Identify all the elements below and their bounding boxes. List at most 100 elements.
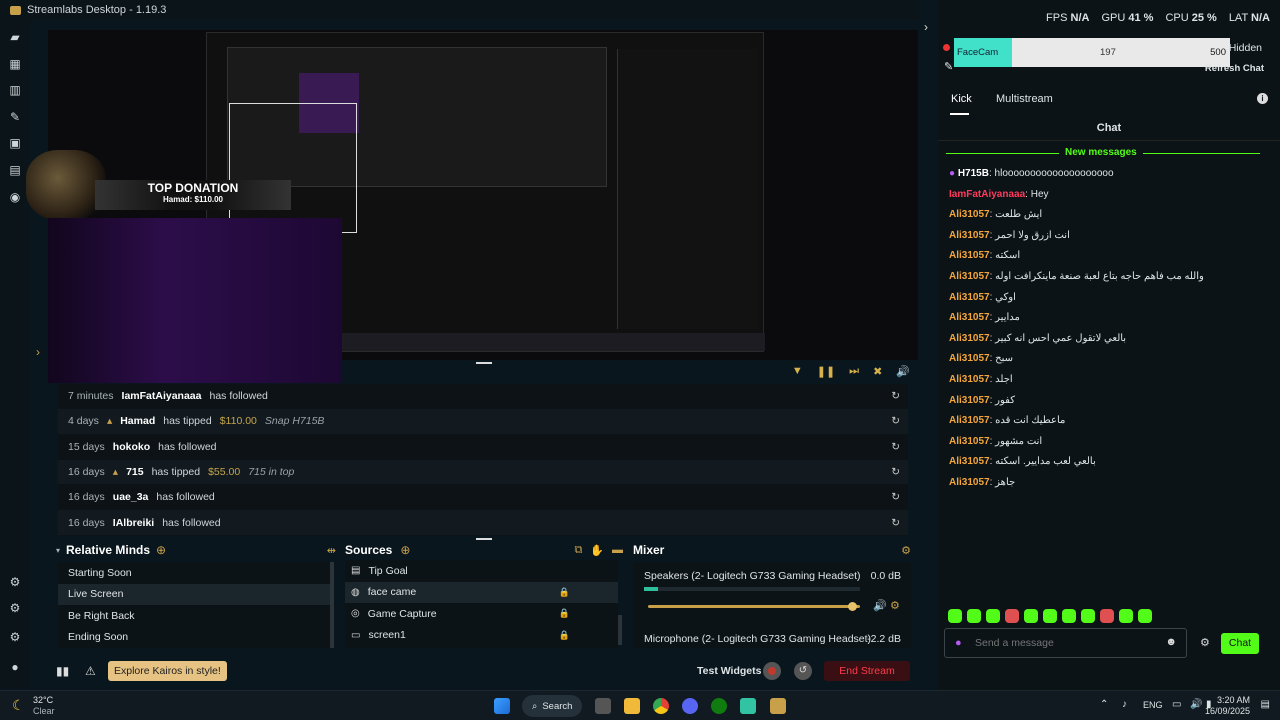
repeat-alert-icon[interactable]: ↻ — [891, 441, 900, 453]
chat-username[interactable]: Ali31057 — [949, 456, 990, 467]
xbox-icon[interactable] — [711, 698, 727, 714]
studio-mode-icon[interactable]: ⚙ — [8, 575, 22, 589]
chat-username[interactable]: Ali31057 — [949, 312, 990, 323]
editor-icon[interactable]: ▰ — [8, 30, 22, 44]
scene-item[interactable]: Ending Soon — [58, 627, 330, 649]
layout-icon[interactable]: ▥ — [8, 83, 22, 97]
tab-kick[interactable]: Kick — [951, 93, 972, 105]
event-row[interactable]: 16 days ▴ 715 has tipped $55.00 715 in t… — [58, 459, 908, 486]
skip-icon[interactable]: ⏭ — [849, 365, 859, 378]
emote-icon[interactable] — [1119, 609, 1133, 623]
folder-icon[interactable]: ▬ — [612, 544, 623, 557]
windows-start-icon[interactable] — [494, 698, 510, 714]
emote-icon[interactable] — [986, 609, 1000, 623]
emote-icon[interactable] — [1062, 609, 1076, 623]
notification-icon[interactable]: ⚠ — [85, 664, 96, 678]
emote-icon[interactable] — [1100, 609, 1114, 623]
chat-username[interactable]: Ali31057 — [949, 333, 990, 344]
emote-icon[interactable] — [1024, 609, 1038, 623]
settings-icon[interactable]: ⚙ — [8, 630, 22, 644]
repeat-alert-icon[interactable]: ↻ — [891, 390, 900, 402]
chat-username[interactable]: Ali31057 — [949, 374, 990, 385]
group-icon[interactable]: ⧉ — [574, 544, 582, 557]
chat-send-button[interactable]: Chat — [1221, 633, 1259, 654]
chat-username[interactable]: Ali31057 — [949, 271, 990, 282]
clock-date[interactable]: 16/09/2025 — [1205, 706, 1250, 716]
filter-icon[interactable]: ▼ — [792, 365, 803, 378]
mute-icon[interactable]: 🔊 — [873, 599, 887, 612]
edit-icon[interactable]: ✎ — [944, 60, 953, 73]
chat-username[interactable]: Ali31057 — [949, 436, 990, 447]
dashboard-icon[interactable]: ▦ — [8, 57, 22, 71]
record-button[interactable] — [763, 662, 781, 680]
chat-username[interactable]: Ali31057 — [949, 292, 990, 303]
emote-icon[interactable] — [1138, 609, 1152, 623]
volume-slider-handle[interactable] — [847, 602, 857, 611]
themes-icon[interactable]: ✎ — [8, 110, 22, 124]
promo-button[interactable]: Explore Kairos in style! — [108, 661, 227, 681]
edit-sources-icon[interactable]: ✋ — [590, 544, 604, 557]
emote-icon[interactable] — [1081, 609, 1095, 623]
repeat-alert-icon[interactable]: ↻ — [891, 415, 900, 427]
notification-center-icon[interactable]: ▤ — [1261, 699, 1270, 710]
chat-input-box[interactable]: ● ☻ — [944, 628, 1187, 658]
microphone-tray-icon[interactable]: ♪ — [1122, 699, 1127, 710]
collapse-icon[interactable]: ▾ — [56, 546, 60, 555]
event-row[interactable]: 7 minutes IamFatAiyanaaa has followed ↻ — [58, 384, 908, 410]
replay-buffer-icon[interactable]: ↺ — [794, 662, 812, 680]
tab-multistream[interactable]: Multistream — [996, 93, 1053, 105]
taskbar-search[interactable]: ⌕ Search — [522, 695, 582, 717]
chat-username[interactable]: H715B — [958, 168, 989, 179]
profile-icon[interactable]: ● — [8, 660, 22, 674]
lock-icon[interactable]: 🔒 — [559, 630, 570, 641]
lock-icon[interactable]: 🔒 — [559, 587, 570, 598]
hidden-label[interactable]: Hidden — [1229, 42, 1262, 54]
chat-username[interactable]: Ali31057 — [949, 353, 990, 364]
scene-transition-icon[interactable]: ⇹ — [327, 544, 336, 557]
discord-icon[interactable] — [682, 698, 698, 714]
scene-item[interactable]: Starting Soon — [58, 562, 330, 584]
add-scene-icon[interactable]: ⊕ — [156, 543, 166, 557]
repeat-alert-icon[interactable]: ↻ — [891, 491, 900, 503]
collapse-panel-icon[interactable]: › — [924, 20, 928, 34]
volume-icon[interactable]: 🔊 — [896, 365, 910, 378]
performance-icon[interactable]: ▮▮ — [56, 664, 69, 678]
emote-icon[interactable] — [967, 609, 981, 623]
event-row[interactable]: 16 days uae_3a has followed ↻ — [58, 485, 908, 511]
app-icon[interactable] — [770, 698, 786, 714]
lock-icon[interactable]: 🔒 — [559, 608, 570, 619]
mute-alerts-icon[interactable]: ✖ — [873, 365, 882, 378]
store-icon[interactable]: ▣ — [8, 136, 22, 150]
scene-item[interactable]: Be Right Back — [58, 605, 330, 627]
add-source-icon[interactable]: ⊕ — [400, 543, 410, 557]
record-icon[interactable]: ◉ — [8, 190, 22, 204]
emote-icon[interactable] — [948, 609, 962, 623]
task-view-icon[interactable] — [595, 698, 611, 714]
chrome-icon[interactable] — [653, 698, 669, 714]
repeat-alert-icon[interactable]: ↻ — [891, 466, 900, 478]
source-item[interactable]: ▭ screen1 🔒 — [345, 625, 618, 647]
language-indicator[interactable]: ENG — [1143, 700, 1163, 710]
streamlabs-icon[interactable] — [740, 698, 756, 714]
source-item[interactable]: ◎ Game Capture 🔒 — [345, 603, 618, 625]
network-icon[interactable]: ▭ — [1172, 699, 1181, 710]
event-row[interactable]: 15 days hokoko has followed ↻ — [58, 434, 908, 460]
chat-username[interactable]: Ali31057 — [949, 477, 990, 488]
clock-time[interactable]: 3:20 AM — [1217, 695, 1250, 705]
emote-icon[interactable] — [1043, 609, 1057, 623]
chat-input[interactable] — [975, 635, 1155, 651]
chat-settings-icon[interactable]: ⚙ — [1200, 636, 1210, 649]
apps-icon[interactable]: ▤ — [8, 163, 22, 177]
source-item[interactable]: ▤ Tip Goal — [345, 560, 618, 582]
show-hidden-icons-icon[interactable]: ⌃ — [1100, 699, 1108, 710]
info-icon[interactable]: i — [1257, 93, 1268, 104]
scene-item[interactable]: Live Screen — [58, 583, 330, 605]
chat-username[interactable]: Ali31057 — [949, 250, 990, 262]
channel-settings-icon[interactable]: ⚙ — [890, 599, 900, 612]
end-stream-button[interactable]: End Stream — [824, 661, 910, 681]
source-item[interactable]: ◍ face came 🔒 — [345, 581, 618, 603]
chat-username[interactable]: Ali31057 — [949, 230, 990, 241]
scene-collection-title[interactable]: Relative Minds — [66, 543, 150, 557]
emoji-icon[interactable]: ☻ — [1165, 636, 1177, 648]
chat-username[interactable]: Ali31057 — [949, 415, 990, 426]
